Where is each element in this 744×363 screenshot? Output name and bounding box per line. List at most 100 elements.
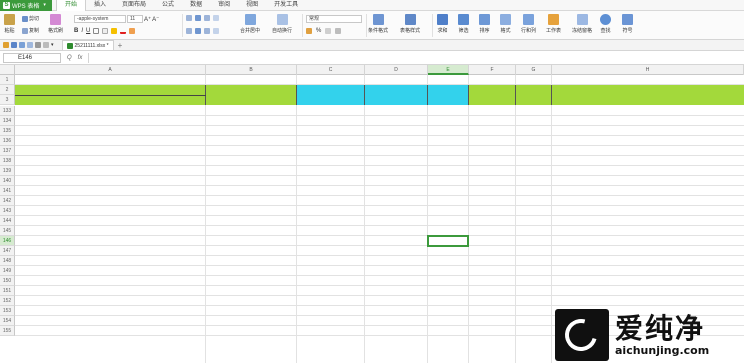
selected-cell[interactable]: [427, 235, 469, 247]
new-tab-icon[interactable]: +: [118, 41, 123, 50]
font-size-select[interactable]: 11: [127, 15, 143, 23]
percent-button[interactable]: %: [316, 28, 321, 34]
row-header-145[interactable]: 145: [0, 226, 15, 236]
freeze-panes-button[interactable]: 冻结窗格: [572, 14, 592, 34]
row-header-140[interactable]: 140: [0, 176, 15, 186]
row-header-135[interactable]: 135: [0, 126, 15, 136]
align-right-icon[interactable]: [204, 28, 210, 34]
row-header-142[interactable]: 142: [0, 196, 15, 206]
row-header-146[interactable]: 146: [0, 236, 15, 246]
column-header-b[interactable]: B: [206, 65, 297, 75]
sort-button[interactable]: 排序: [479, 14, 490, 34]
column-header-a[interactable]: A: [15, 65, 206, 75]
row-header-3[interactable]: 3: [0, 95, 15, 105]
conditional-format-button[interactable]: 条件格式: [368, 14, 388, 34]
row-header-149[interactable]: 149: [0, 266, 15, 276]
font-color-icon[interactable]: [120, 28, 127, 34]
clear-format-icon[interactable]: [129, 28, 136, 34]
open-folder-icon[interactable]: [3, 42, 9, 48]
thousands-icon[interactable]: [325, 28, 332, 34]
tab-review[interactable]: 审阅: [210, 0, 238, 11]
merge-center-button[interactable]: 合并居中: [240, 14, 260, 34]
worksheet-button[interactable]: 工作表: [546, 14, 561, 34]
bold-button[interactable]: B: [74, 28, 78, 34]
row-header-136[interactable]: 136: [0, 136, 15, 146]
name-box[interactable]: E146: [3, 52, 61, 63]
copy-button[interactable]: 复制: [22, 27, 39, 34]
document-tab[interactable]: 25211111.xlsx *: [61, 40, 114, 50]
row-header-141[interactable]: 141: [0, 186, 15, 196]
tab-insert[interactable]: 插入: [86, 0, 114, 11]
cut-button[interactable]: 剪切: [22, 15, 39, 22]
column-header-g[interactable]: G: [516, 65, 552, 75]
format-button[interactable]: 格式: [500, 14, 511, 34]
select-all-corner[interactable]: [0, 65, 15, 75]
tab-view[interactable]: 视图: [238, 0, 266, 11]
sum-button[interactable]: 求和: [437, 14, 448, 34]
align-left-icon[interactable]: [186, 28, 192, 34]
column-header-e[interactable]: E: [428, 65, 469, 75]
row-header-150[interactable]: 150: [0, 276, 15, 286]
row-header-147[interactable]: 147: [0, 246, 15, 256]
row-header-153[interactable]: 153: [0, 306, 15, 316]
row-header-143[interactable]: 143: [0, 206, 15, 216]
undo-icon[interactable]: [35, 42, 41, 48]
tab-developer[interactable]: 开发工具: [266, 0, 306, 11]
row-header-152[interactable]: 152: [0, 296, 15, 306]
align-middle-icon[interactable]: [195, 15, 201, 21]
filled-cell-range[interactable]: [469, 85, 744, 105]
row-header-2[interactable]: 2: [0, 85, 15, 95]
zoom-icon[interactable]: Q: [67, 55, 72, 61]
paste-button[interactable]: 粘贴: [4, 14, 15, 34]
row-header-154[interactable]: 154: [0, 316, 15, 326]
merge-cells-icon[interactable]: [102, 28, 109, 34]
row-header-137[interactable]: 137: [0, 146, 15, 156]
tab-page-layout[interactable]: 页面布局: [114, 0, 154, 11]
orientation-icon[interactable]: [213, 15, 219, 21]
print-preview-icon[interactable]: [27, 42, 33, 48]
number-format-select[interactable]: 常规: [306, 15, 362, 23]
save-icon[interactable]: [11, 42, 17, 48]
print-icon[interactable]: [19, 42, 25, 48]
row-header-1[interactable]: 1: [0, 75, 15, 85]
row-header-134[interactable]: 134: [0, 116, 15, 126]
redo-icon[interactable]: [43, 42, 49, 48]
app-menu-button[interactable]: S WPS 表格 ▾: [0, 0, 52, 11]
filled-cell-range[interactable]: [297, 85, 469, 105]
row-header-151[interactable]: 151: [0, 286, 15, 296]
italic-button[interactable]: I: [81, 28, 83, 34]
align-center-icon[interactable]: [195, 28, 201, 34]
row-header-138[interactable]: 138: [0, 156, 15, 166]
row-header-144[interactable]: 144: [0, 216, 15, 226]
formula-input[interactable]: [88, 52, 741, 63]
row-header-155[interactable]: 155: [0, 326, 15, 336]
column-header-d[interactable]: D: [365, 65, 428, 75]
column-header-h[interactable]: H: [552, 65, 744, 75]
underline-button[interactable]: U: [86, 28, 90, 34]
table-style-button[interactable]: 表格样式: [400, 14, 420, 34]
row-header-133[interactable]: 133: [0, 106, 15, 116]
find-button[interactable]: 查找: [600, 14, 611, 34]
column-header-c[interactable]: C: [297, 65, 365, 75]
tab-data[interactable]: 数据: [182, 0, 210, 11]
row-col-button[interactable]: 行和列: [521, 14, 536, 34]
column-header-f[interactable]: F: [469, 65, 516, 75]
format-painter-button[interactable]: 格式刷: [48, 14, 63, 34]
customize-dropdown-icon[interactable]: ▾: [51, 42, 54, 48]
tab-formulas[interactable]: 公式: [154, 0, 182, 11]
wrap-text-button[interactable]: 自动换行: [272, 14, 292, 34]
border-icon[interactable]: [93, 28, 100, 34]
tab-home[interactable]: 开始: [56, 0, 87, 11]
fx-icon[interactable]: fx: [78, 55, 83, 61]
align-top-icon[interactable]: [186, 15, 192, 21]
align-bottom-icon[interactable]: [204, 15, 210, 21]
fill-color-icon[interactable]: [111, 28, 118, 34]
symbol-button[interactable]: 符号: [622, 14, 633, 34]
row-header-148[interactable]: 148: [0, 256, 15, 266]
currency-icon[interactable]: [306, 28, 312, 34]
grow-font-icon[interactable]: A⁺: [144, 16, 151, 23]
filter-button[interactable]: 筛选: [458, 14, 469, 34]
decimal-icon[interactable]: [335, 28, 342, 34]
row-header-139[interactable]: 139: [0, 166, 15, 176]
font-name-select[interactable]: -apple-system: [74, 15, 126, 23]
